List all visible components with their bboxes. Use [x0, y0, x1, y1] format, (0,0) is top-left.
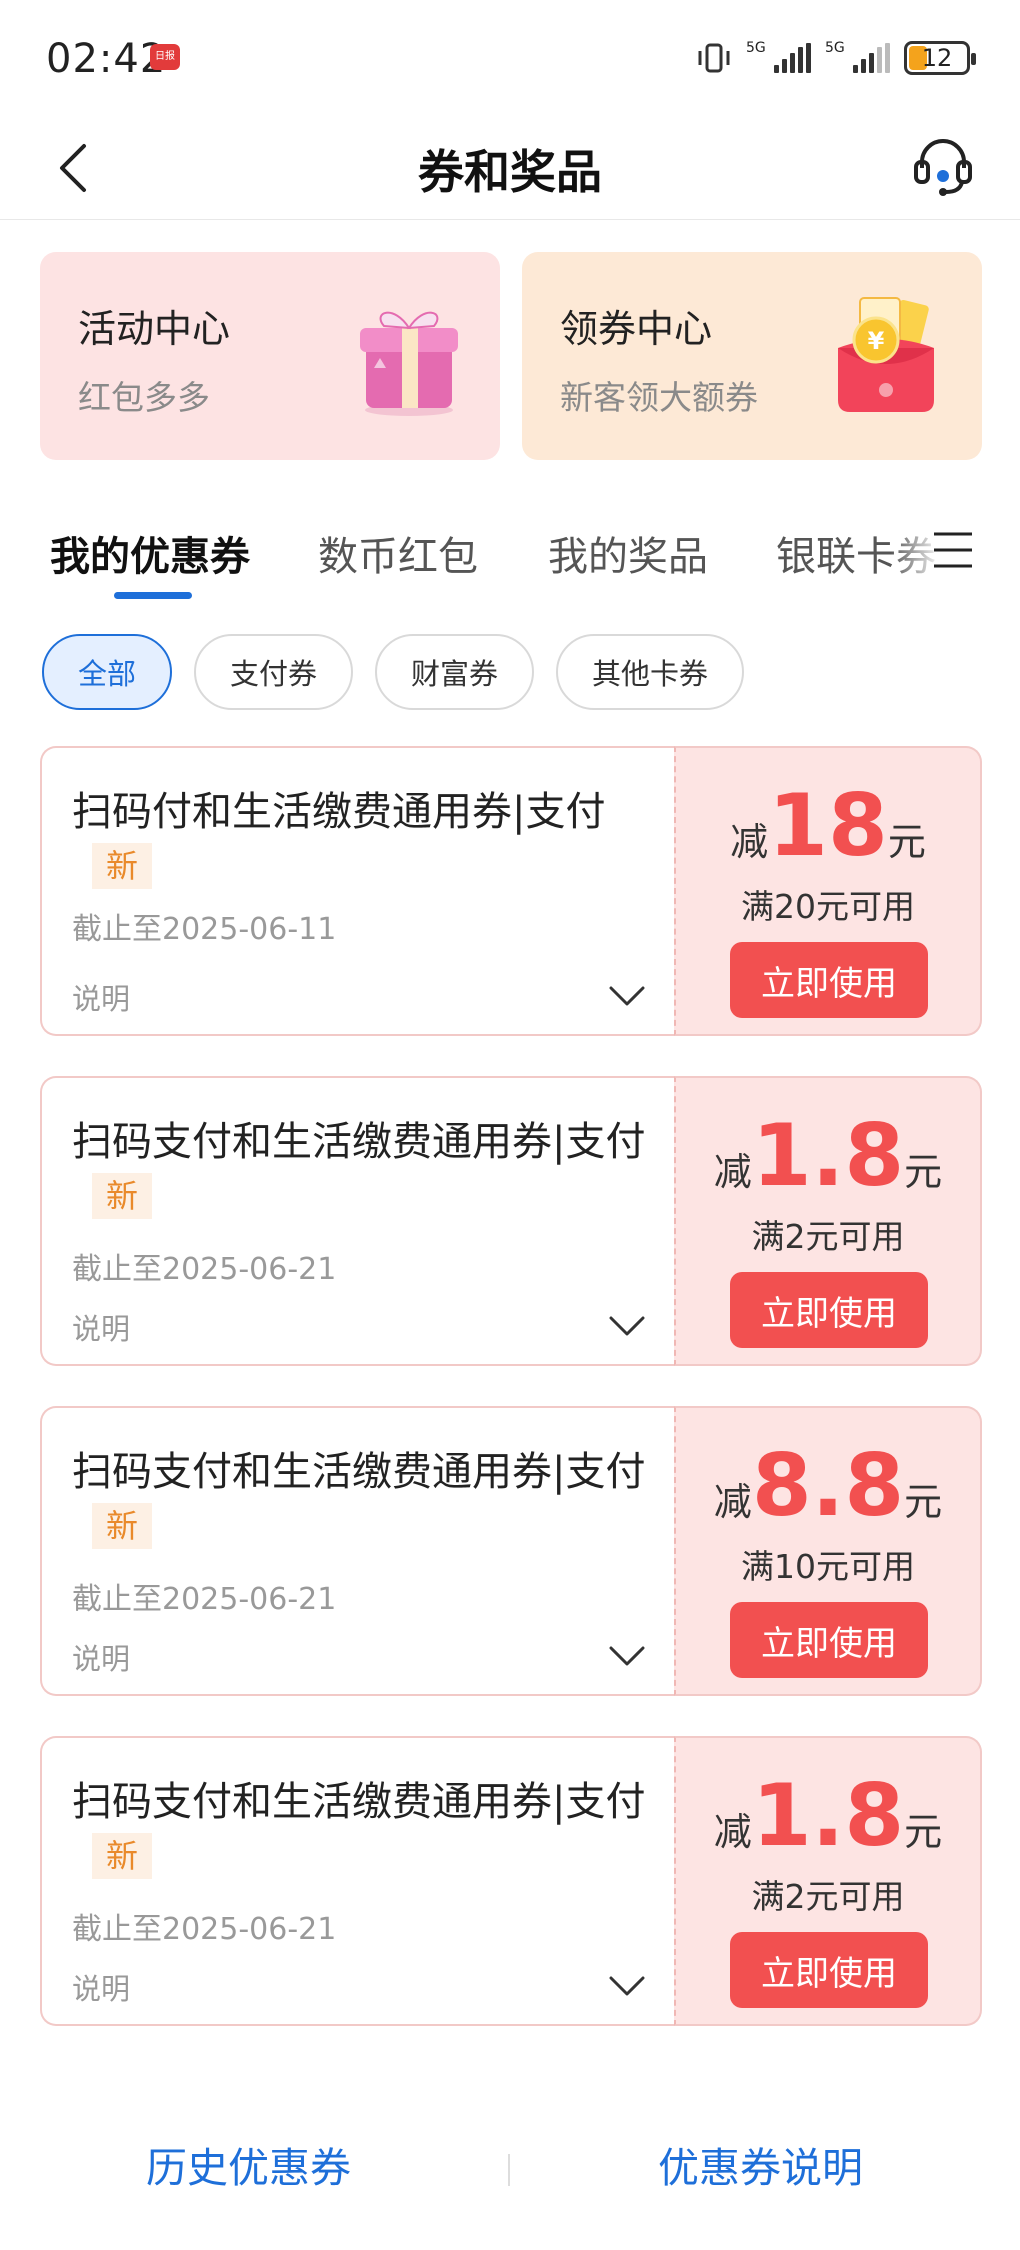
footer-divider [508, 2154, 510, 2186]
chip-all[interactable]: 全部 [42, 634, 173, 710]
tab-digital-currency[interactable]: 数币红包 [318, 524, 478, 582]
new-tag: 新 [92, 1503, 153, 1549]
coupon-deadline: 截止至2025-06-21 [72, 1912, 337, 1947]
status-bar: 02:42 日报 5G 5G 12 [0, 0, 1020, 118]
chip-payment[interactable]: 支付券 [194, 634, 354, 710]
chip-wealth[interactable]: 财富券 [375, 634, 535, 710]
chevron-down-icon[interactable] [608, 1644, 646, 1668]
news-badge-icon: 日报 [150, 44, 180, 70]
coupon-deadline: 截止至2025-06-11 [72, 912, 337, 947]
coupon-condition: 满10元可用 [741, 1547, 915, 1586]
use-now-button[interactable]: 立即使用 [730, 1602, 928, 1678]
new-tag: 新 [92, 1833, 153, 1879]
coupon-card: 扫码支付和生活缴费通用券|支付新 截止至2025-06-21 说明 减1.8元 … [40, 1736, 982, 2026]
coupon-card: 扫码支付和生活缴费通用券|支付新 截止至2025-06-21 说明 减1.8元 … [40, 1076, 982, 1366]
chevron-down-icon[interactable] [608, 1974, 646, 1998]
signal-2-label: 5G [825, 40, 845, 56]
status-time: 02:42 [46, 36, 167, 82]
filter-chips: 全部 支付券 财富券 其他卡券 [42, 634, 745, 710]
page-title: 券和奖品 [418, 145, 602, 199]
tab-my-prizes[interactable]: 我的奖品 [548, 524, 708, 582]
signal-2-icon: 5G [825, 40, 890, 73]
coupon-name-text: 扫码付和生活缴费通用券|支付 [72, 789, 606, 835]
coupon-info: 扫码支付和生活缴费通用券|支付新 截止至2025-06-21 说明 [40, 1736, 674, 2026]
coupon-value-panel: 减18元 满20元可用 立即使用 [674, 746, 982, 1036]
status-icons: 5G 5G 12 [696, 38, 976, 78]
coupon-card: 扫码支付和生活缴费通用券|支付新 截止至2025-06-21 说明 减8.8元 … [40, 1406, 982, 1696]
coupon-value-panel: 减1.8元 满2元可用 立即使用 [674, 1076, 982, 1366]
coupon-center-card[interactable]: 领券中心 新客领大额券 ¥ [522, 252, 982, 460]
chip-other-cards[interactable]: 其他卡券 [556, 634, 745, 710]
coupon-description-toggle[interactable]: 说明 [72, 1306, 130, 1348]
coupon-explanation-link[interactable]: 优惠券说明 [658, 2134, 863, 2194]
coupon-card: 扫码付和生活缴费通用券|支付 新 截止至2025-06-11 说明 减18元 满… [40, 746, 982, 1036]
coupon-name-text: 扫码支付和生活缴费通用券|支付 [72, 1449, 646, 1495]
coupon-info: 扫码支付和生活缴费通用券|支付新 截止至2025-06-21 说明 [40, 1406, 674, 1696]
history-coupons-link[interactable]: 历史优惠券 [146, 2134, 351, 2194]
signal-1-icon: 5G [746, 40, 811, 73]
headset-icon[interactable] [912, 132, 974, 198]
coupon-amount: 减1.8元 [713, 1106, 943, 1206]
coupon-description-toggle[interactable]: 说明 [72, 1636, 130, 1678]
coupon-info: 扫码支付和生活缴费通用券|支付新 截止至2025-06-21 说明 [40, 1076, 674, 1366]
coupon-name: 扫码付和生活缴费通用券|支付 新 [72, 784, 672, 896]
chevron-down-icon[interactable] [608, 984, 646, 1008]
coupon-name: 扫码支付和生活缴费通用券|支付新 [72, 1114, 672, 1226]
coupon-amount: 减8.8元 [713, 1436, 943, 1536]
tab-active-indicator [114, 592, 192, 599]
battery-icon: 12 [904, 41, 976, 75]
coupon-name: 扫码支付和生活缴费通用券|支付新 [72, 1444, 672, 1556]
new-tag: 新 [92, 843, 153, 889]
coupon-name: 扫码支付和生活缴费通用券|支付新 [72, 1774, 672, 1886]
coupon-condition: 满2元可用 [751, 1217, 905, 1256]
coupon-value-panel: 减8.8元 满10元可用 立即使用 [674, 1406, 982, 1696]
vibrate-icon [698, 43, 730, 73]
coupon-description-toggle[interactable]: 说明 [72, 1966, 130, 2008]
coupon-condition: 满2元可用 [751, 1877, 905, 1916]
coupon-value-panel: 减1.8元 满2元可用 立即使用 [674, 1736, 982, 2026]
center-cards: 活动中心 红包多多 领券中心 新客领大额券 ¥ [40, 252, 982, 460]
coupon-deadline: 截止至2025-06-21 [72, 1582, 337, 1617]
gift-box-icon [360, 311, 458, 416]
use-now-button[interactable]: 立即使用 [730, 1272, 928, 1348]
coupon-tabs: 我的优惠券 数币红包 我的奖品 银联卡券 [0, 510, 1020, 600]
tab-my-coupons[interactable]: 我的优惠券 [50, 524, 250, 582]
nav-bar: 券和奖品 [0, 118, 1020, 220]
coupon-description-toggle[interactable]: 说明 [72, 976, 130, 1018]
use-now-button[interactable]: 立即使用 [730, 1932, 928, 2008]
coupon-deadline: 截止至2025-06-21 [72, 1252, 337, 1287]
red-envelope-icon: ¥ [838, 297, 934, 412]
use-now-button[interactable]: 立即使用 [730, 942, 928, 1018]
coupon-amount: 减18元 [730, 776, 926, 876]
signal-1-label: 5G [746, 40, 766, 56]
svg-text:¥: ¥ [868, 327, 885, 355]
coupon-condition: 满20元可用 [741, 887, 915, 926]
coupon-info: 扫码付和生活缴费通用券|支付 新 截止至2025-06-11 说明 [40, 746, 674, 1036]
battery-level: 12 [921, 44, 953, 72]
footer: 历史优惠券 优惠券说明 [0, 2120, 1020, 2200]
coupon-amount: 减1.8元 [713, 1766, 943, 1866]
new-tag: 新 [92, 1173, 153, 1219]
activity-center-card[interactable]: 活动中心 红包多多 [40, 252, 500, 460]
menu-icon[interactable] [930, 528, 976, 572]
chevron-down-icon[interactable] [608, 1314, 646, 1338]
coupon-name-text: 扫码支付和生活缴费通用券|支付 [72, 1119, 646, 1165]
coupon-name-text: 扫码支付和生活缴费通用券|支付 [72, 1779, 646, 1825]
